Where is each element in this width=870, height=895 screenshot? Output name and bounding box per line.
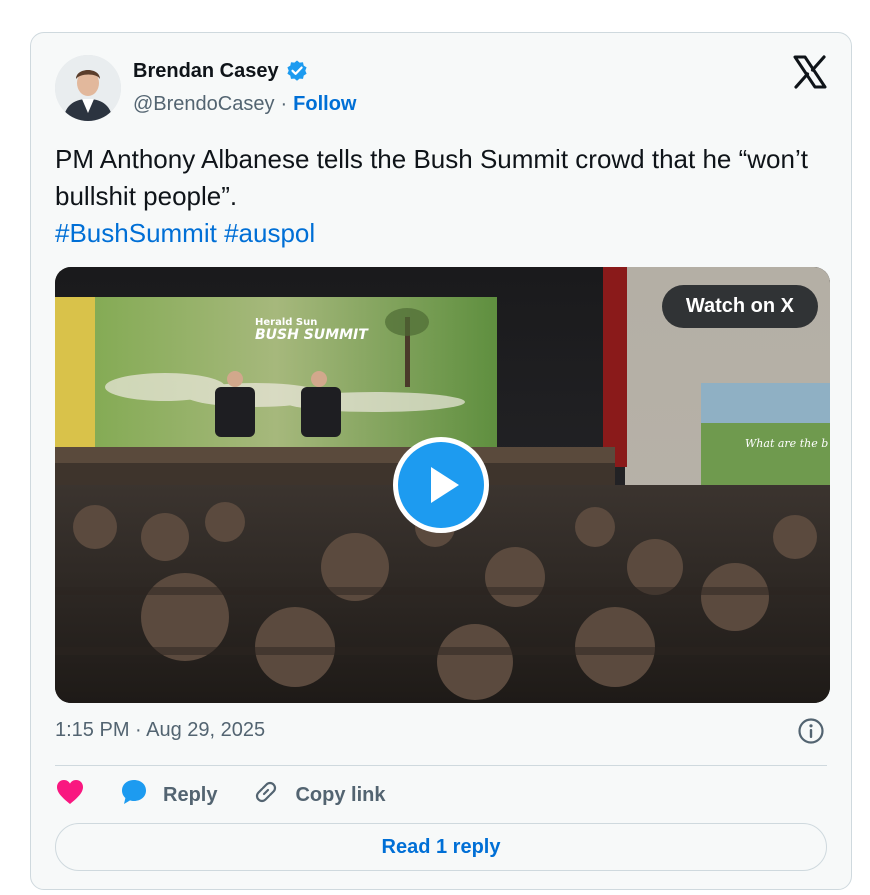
play-icon[interactable] <box>391 435 491 535</box>
info-icon[interactable] <box>797 717 825 745</box>
tweet-body: PM Anthony Albanese tells the Bush Summi… <box>55 144 808 211</box>
reply-label: Reply <box>163 783 218 806</box>
reply-button[interactable]: Reply <box>119 777 217 813</box>
divider <box>55 765 827 766</box>
hashtag-bushsummit[interactable]: #BushSummit <box>55 218 217 248</box>
author-handle[interactable]: @BrendoCasey <box>133 93 274 116</box>
follow-button[interactable]: Follow <box>293 93 356 116</box>
heart-icon <box>55 778 85 812</box>
reply-bubble-icon <box>119 777 149 813</box>
screen-title-big: BUSH SUMMIT <box>255 327 369 343</box>
separator-dot: · <box>280 93 288 115</box>
hashtag-auspol[interactable]: #auspol <box>224 218 315 248</box>
action-bar: Reply Copy link <box>55 777 419 813</box>
tweet-timestamp[interactable]: 1:15 PM · Aug 29, 2025 <box>55 719 265 742</box>
watch-on-x-button[interactable]: Watch on X <box>661 285 818 328</box>
author-handle-row: @BrendoCasey · Follow <box>133 93 356 116</box>
x-logo-icon[interactable] <box>793 55 827 89</box>
read-replies-button[interactable]: Read 1 reply <box>55 823 827 871</box>
video-thumbnail[interactable]: Herald Sun BUSH SUMMIT What are the b fa… <box>55 267 830 703</box>
link-icon <box>251 777 281 813</box>
copy-link-button[interactable]: Copy link <box>251 777 385 813</box>
tweet-card: Brendan Casey @BrendoCasey · Follow PM A… <box>30 32 852 890</box>
author-name-row: Brendan Casey <box>133 59 309 83</box>
avatar[interactable] <box>55 55 121 121</box>
like-button[interactable] <box>55 778 85 812</box>
author-name[interactable]: Brendan Casey <box>133 60 279 83</box>
copy-link-label: Copy link <box>295 783 386 806</box>
tweet-text: PM Anthony Albanese tells the Bush Summi… <box>55 141 815 252</box>
side-screen-text: What are the b facing region <box>745 437 830 450</box>
verified-badge-icon <box>285 59 309 83</box>
